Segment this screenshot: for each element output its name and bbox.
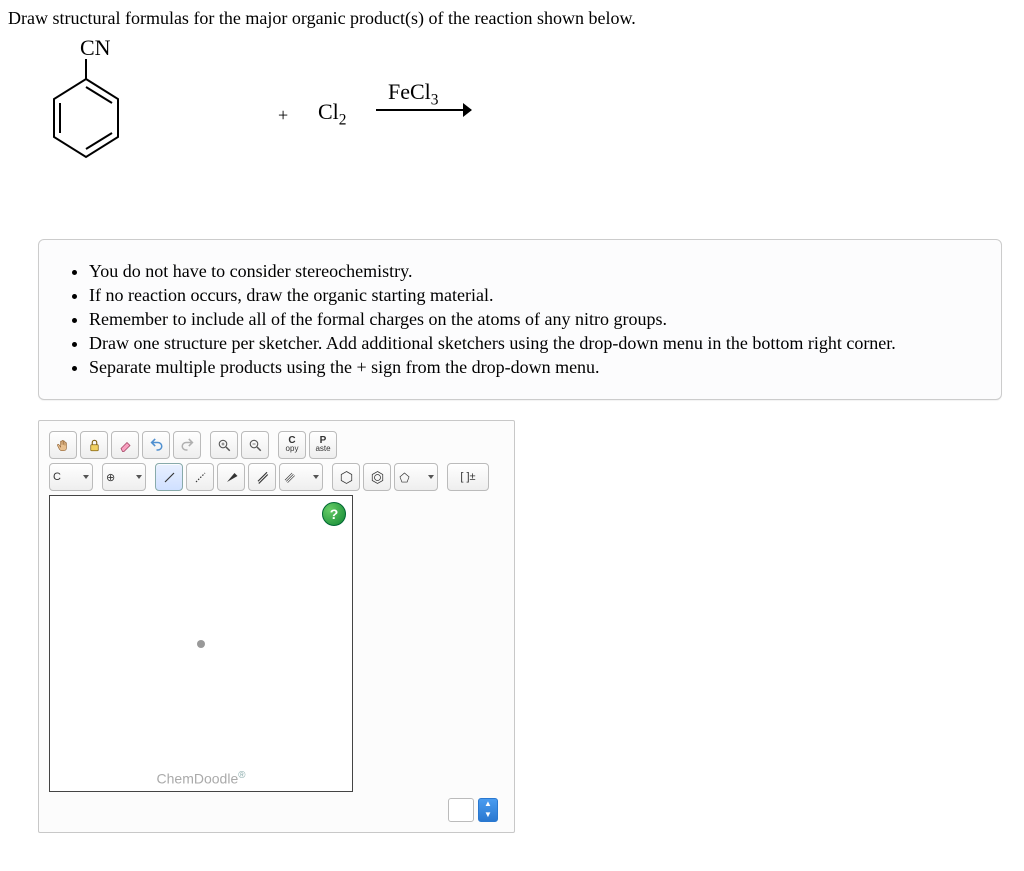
add-sketcher-stepper[interactable]: ▲ ▼ [478, 798, 498, 822]
reaction-scheme: CN + Cl2 FeCl3 [8, 39, 1024, 229]
bracket-charge-button[interactable]: [ ]± [447, 463, 489, 491]
caret-icon [313, 475, 319, 479]
element-picker-button[interactable]: C [49, 463, 93, 491]
triple-bond-button[interactable] [279, 463, 323, 491]
stepper-up-icon: ▲ [479, 799, 497, 810]
cyclohexane-button[interactable] [332, 463, 360, 491]
benzene-button[interactable] [363, 463, 391, 491]
benzene-ring-icon [46, 77, 126, 167]
instructions-list: You do not have to consider stereochemis… [63, 261, 977, 378]
cn-substituent-label: CN [80, 35, 111, 61]
zoom-out-button[interactable] [241, 431, 269, 459]
question-text: Draw structural formulas for the major o… [8, 8, 1024, 29]
drawing-canvas[interactable]: ? ChemDoodle® [49, 495, 353, 792]
single-bond-button[interactable] [155, 463, 183, 491]
toolbar-row-1: Copy Paste [49, 431, 504, 459]
sketcher-panel: Copy Paste C ⊕ [38, 420, 515, 833]
pan-hand-button[interactable] [49, 431, 77, 459]
dotted-bond-button[interactable] [186, 463, 214, 491]
plus-sign: + [278, 105, 288, 126]
copy-button[interactable]: Copy [278, 431, 306, 459]
cn-bond-line [85, 59, 87, 79]
chemdoodle-brand: ChemDoodle® [50, 770, 352, 787]
instruction-item: If no reaction occurs, draw the organic … [89, 285, 977, 306]
arrow-head-icon [463, 103, 472, 117]
instruction-item: Draw one structure per sketcher. Add add… [89, 333, 977, 354]
arrow-line [376, 109, 471, 111]
charge-picker-button[interactable]: ⊕ [102, 463, 146, 491]
zoom-in-button[interactable] [210, 431, 238, 459]
canvas-center-dot [197, 640, 205, 648]
element-label: C [53, 471, 61, 483]
sketcher-add-area: ▲ ▼ [49, 792, 504, 822]
wedge-bond-button[interactable] [217, 463, 245, 491]
bracket-label: [ ]± [460, 471, 475, 483]
catalyst-fecl3: FeCl3 [388, 79, 439, 109]
undo-button[interactable] [142, 431, 170, 459]
caret-icon [428, 475, 434, 479]
charge-label: ⊕ [106, 471, 115, 484]
reagent-cl2: Cl2 [318, 99, 347, 129]
lock-button[interactable] [80, 431, 108, 459]
instruction-item: Separate multiple products using the + s… [89, 357, 977, 378]
sketcher-count-field[interactable] [448, 798, 474, 822]
toolbar-row-2: C ⊕ [49, 463, 504, 491]
instructions-box: You do not have to consider stereochemis… [38, 239, 1002, 400]
instruction-item: Remember to include all of the formal ch… [89, 309, 977, 330]
redo-button[interactable] [173, 431, 201, 459]
caret-icon [136, 475, 142, 479]
help-button[interactable]: ? [322, 502, 346, 526]
stepper-down-icon: ▼ [479, 810, 497, 821]
instruction-item: You do not have to consider stereochemis… [89, 261, 977, 282]
ring-picker-button[interactable] [394, 463, 438, 491]
paste-button[interactable]: Paste [309, 431, 337, 459]
caret-icon [83, 475, 89, 479]
eraser-button[interactable] [111, 431, 139, 459]
double-bond-button[interactable] [248, 463, 276, 491]
